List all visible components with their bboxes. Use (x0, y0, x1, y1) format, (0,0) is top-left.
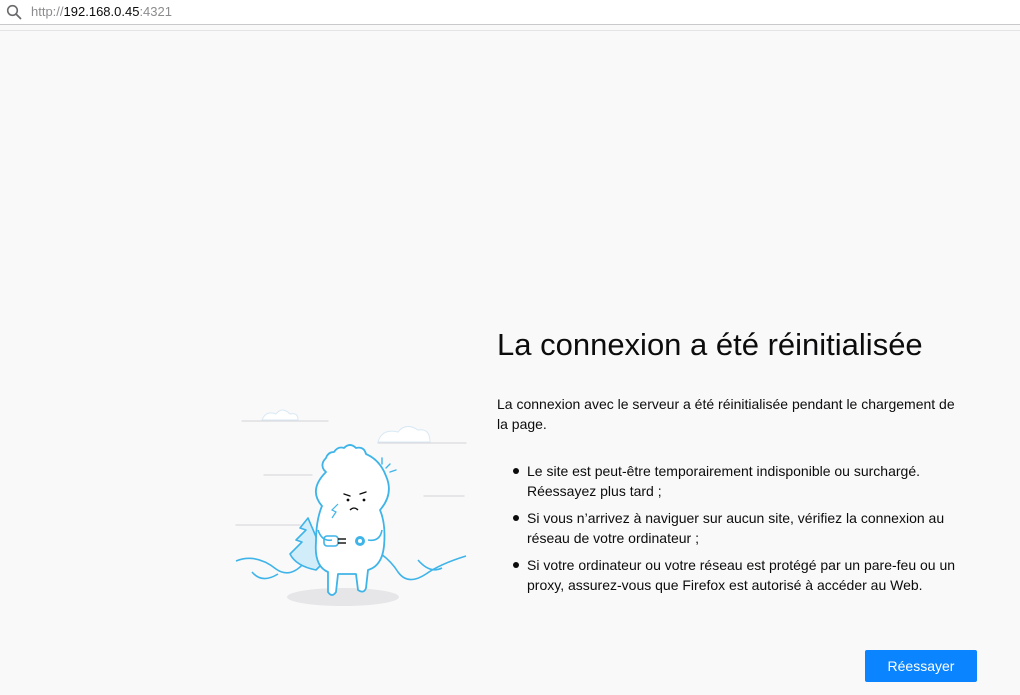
error-content: La connexion a été réinitialisée La conn… (497, 325, 977, 602)
retry-button[interactable]: Réessayer (865, 650, 977, 682)
error-description: La connexion avec le serveur a été réini… (497, 396, 955, 432)
url-bar[interactable]: http://192.168.0.45:4321 (0, 0, 1020, 25)
toolbar-separator (0, 25, 1020, 31)
url-text[interactable]: http://192.168.0.45:4321 (31, 4, 172, 20)
url-scheme: http:// (31, 4, 64, 19)
search-icon (6, 4, 22, 20)
bullet-dot (513, 562, 519, 568)
suggestion-item: Si votre ordinateur ou votre réseau est … (497, 555, 967, 595)
url-host: 192.168.0.45 (63, 4, 140, 19)
suggestion-text: Le site est peut-être temporairement ind… (527, 463, 920, 499)
suggestion-item: Le site est peut-être temporairement ind… (497, 461, 967, 501)
suggestion-text: Si votre ordinateur ou votre réseau est … (527, 557, 956, 593)
bullet-dot (513, 468, 519, 474)
url-port: :4321 (139, 4, 172, 19)
disconnected-dino-illustration (235, 409, 467, 606)
suggestion-item: Si vous n’arrivez à naviguer sur aucun s… (497, 508, 967, 548)
suggestion-list: Le site est peut-être temporairement ind… (497, 461, 967, 595)
suggestion-text: Si vous n’arrivez à naviguer sur aucun s… (527, 510, 945, 546)
bullet-dot (513, 515, 519, 521)
error-title: La connexion a été réinitialisée (497, 327, 923, 362)
